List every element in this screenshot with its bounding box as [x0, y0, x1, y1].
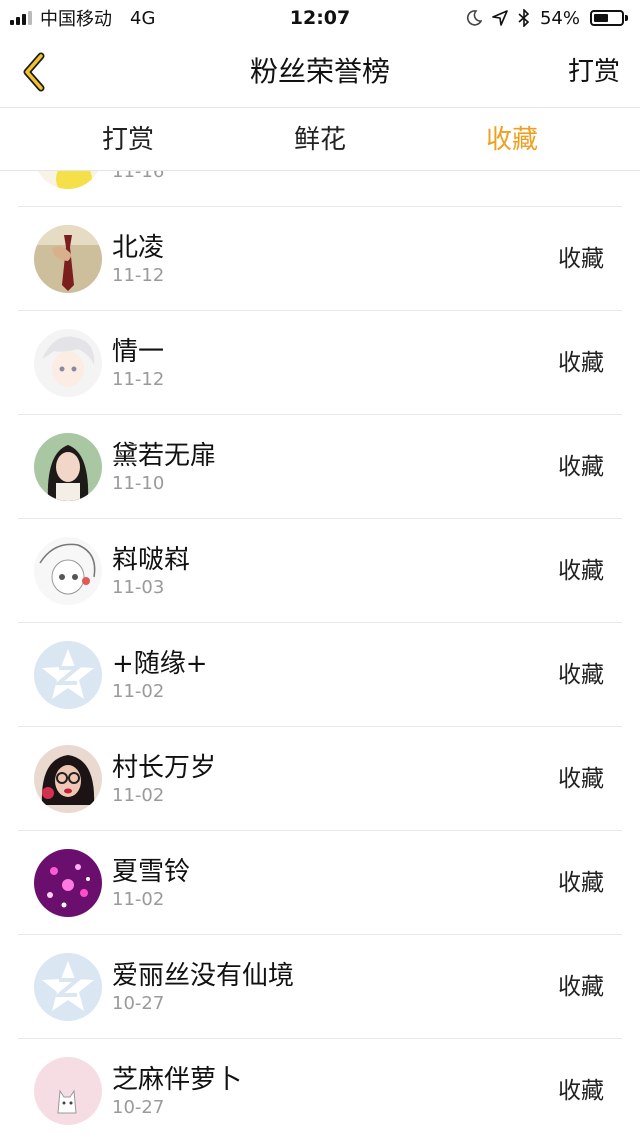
girl-portrait-avatar[interactable] [34, 433, 102, 501]
bluetooth-icon [518, 9, 530, 27]
item-type-label: 收藏 [558, 766, 604, 792]
pink-cat-avatar[interactable] [34, 1057, 102, 1125]
network-type: 4G [130, 7, 156, 29]
item-date: 11-02 [112, 889, 165, 910]
carrier-name: 中国移动 [40, 9, 112, 30]
item-type-label: 收藏 [558, 350, 604, 376]
user-name: 北凌 [112, 233, 165, 263]
nav-bar: 粉丝荣誉榜 打赏 [0, 36, 640, 108]
status-right: 54% [466, 0, 628, 36]
status-bar: 中国移动 4G 12:07 54% [0, 0, 640, 36]
item-type-label: 收藏 [558, 870, 604, 896]
anime-sketch-avatar[interactable] [34, 537, 102, 605]
list-item[interactable]: 爱丽丝没有仙境 10-27 收藏 [18, 935, 622, 1039]
user-name: 夏雪铃 [112, 857, 191, 887]
item-type-label: 收藏 [558, 246, 604, 272]
item-date: 11-02 [112, 785, 165, 806]
yellow-sketch-avatar[interactable] [34, 171, 102, 189]
user-name: 黛若无扉 [112, 441, 217, 471]
item-type-label: 收藏 [558, 1078, 604, 1104]
page-title: 粉丝荣誉榜 [249, 55, 390, 88]
item-type-label: 收藏 [558, 454, 604, 480]
item-date: 11-12 [112, 265, 165, 286]
item-date: 10-27 [112, 1097, 165, 1118]
list-item[interactable]: 11-16 [18, 171, 622, 207]
list-item[interactable]: 嵙啵嵙 11-03 收藏 [18, 519, 622, 623]
list-item[interactable]: +随缘+ 11-02 收藏 [18, 623, 622, 727]
status-left: 中国移动 4G [10, 0, 155, 36]
purple-sparkle-avatar[interactable] [34, 849, 102, 917]
list-item[interactable]: 黛若无扉 11-10 收藏 [18, 415, 622, 519]
woman-glasses-avatar[interactable] [34, 745, 102, 813]
list-item[interactable]: 情一 11-12 收藏 [18, 311, 622, 415]
fan-list[interactable]: 11-16 北凌 11-12 收藏 情一 11-12 收藏 黛若无扉 11-10… [0, 171, 640, 1139]
user-name: 情一 [112, 337, 165, 367]
battery-icon [590, 10, 628, 26]
reward-button[interactable]: 打赏 [568, 36, 620, 108]
item-date: 11-16 [112, 171, 165, 182]
item-type-label: 收藏 [558, 662, 604, 688]
item-date: 11-10 [112, 473, 165, 494]
user-name: 芝麻伴萝卜 [112, 1065, 243, 1095]
item-date: 11-02 [112, 681, 165, 702]
item-date: 11-12 [112, 369, 165, 390]
item-date: 11-03 [112, 577, 165, 598]
list-item[interactable]: 芝麻伴萝卜 10-27 收藏 [18, 1039, 622, 1139]
tab-reward[interactable]: 打赏 [0, 109, 256, 170]
tie-photo-avatar[interactable] [34, 225, 102, 293]
user-name: 嵙啵嵙 [112, 545, 191, 575]
location-arrow-icon [492, 10, 508, 26]
list-item[interactable]: 北凌 11-12 收藏 [18, 207, 622, 311]
list-item[interactable]: 夏雪铃 11-02 收藏 [18, 831, 622, 935]
list-item[interactable]: 村长万岁 11-02 收藏 [18, 727, 622, 831]
tab-flowers[interactable]: 鲜花 [256, 109, 384, 170]
item-type-label: 收藏 [558, 558, 604, 584]
user-name: +随缘+ [112, 649, 208, 679]
anime-white-avatar[interactable] [34, 329, 102, 397]
user-name: 爱丽丝没有仙境 [112, 961, 295, 991]
tab-bar: 打赏 鲜花 收藏 [0, 109, 640, 171]
moon-icon [466, 10, 482, 26]
qzone-default-avatar[interactable] [34, 641, 102, 709]
battery-percent: 54% [539, 7, 580, 29]
qzone-default-avatar[interactable] [34, 953, 102, 1021]
signal-strength-icon [10, 11, 32, 25]
tab-favorites[interactable]: 收藏 [384, 109, 640, 170]
item-type-label: 收藏 [558, 974, 604, 1000]
user-name: 村长万岁 [112, 753, 217, 783]
item-date: 10-27 [112, 993, 165, 1014]
